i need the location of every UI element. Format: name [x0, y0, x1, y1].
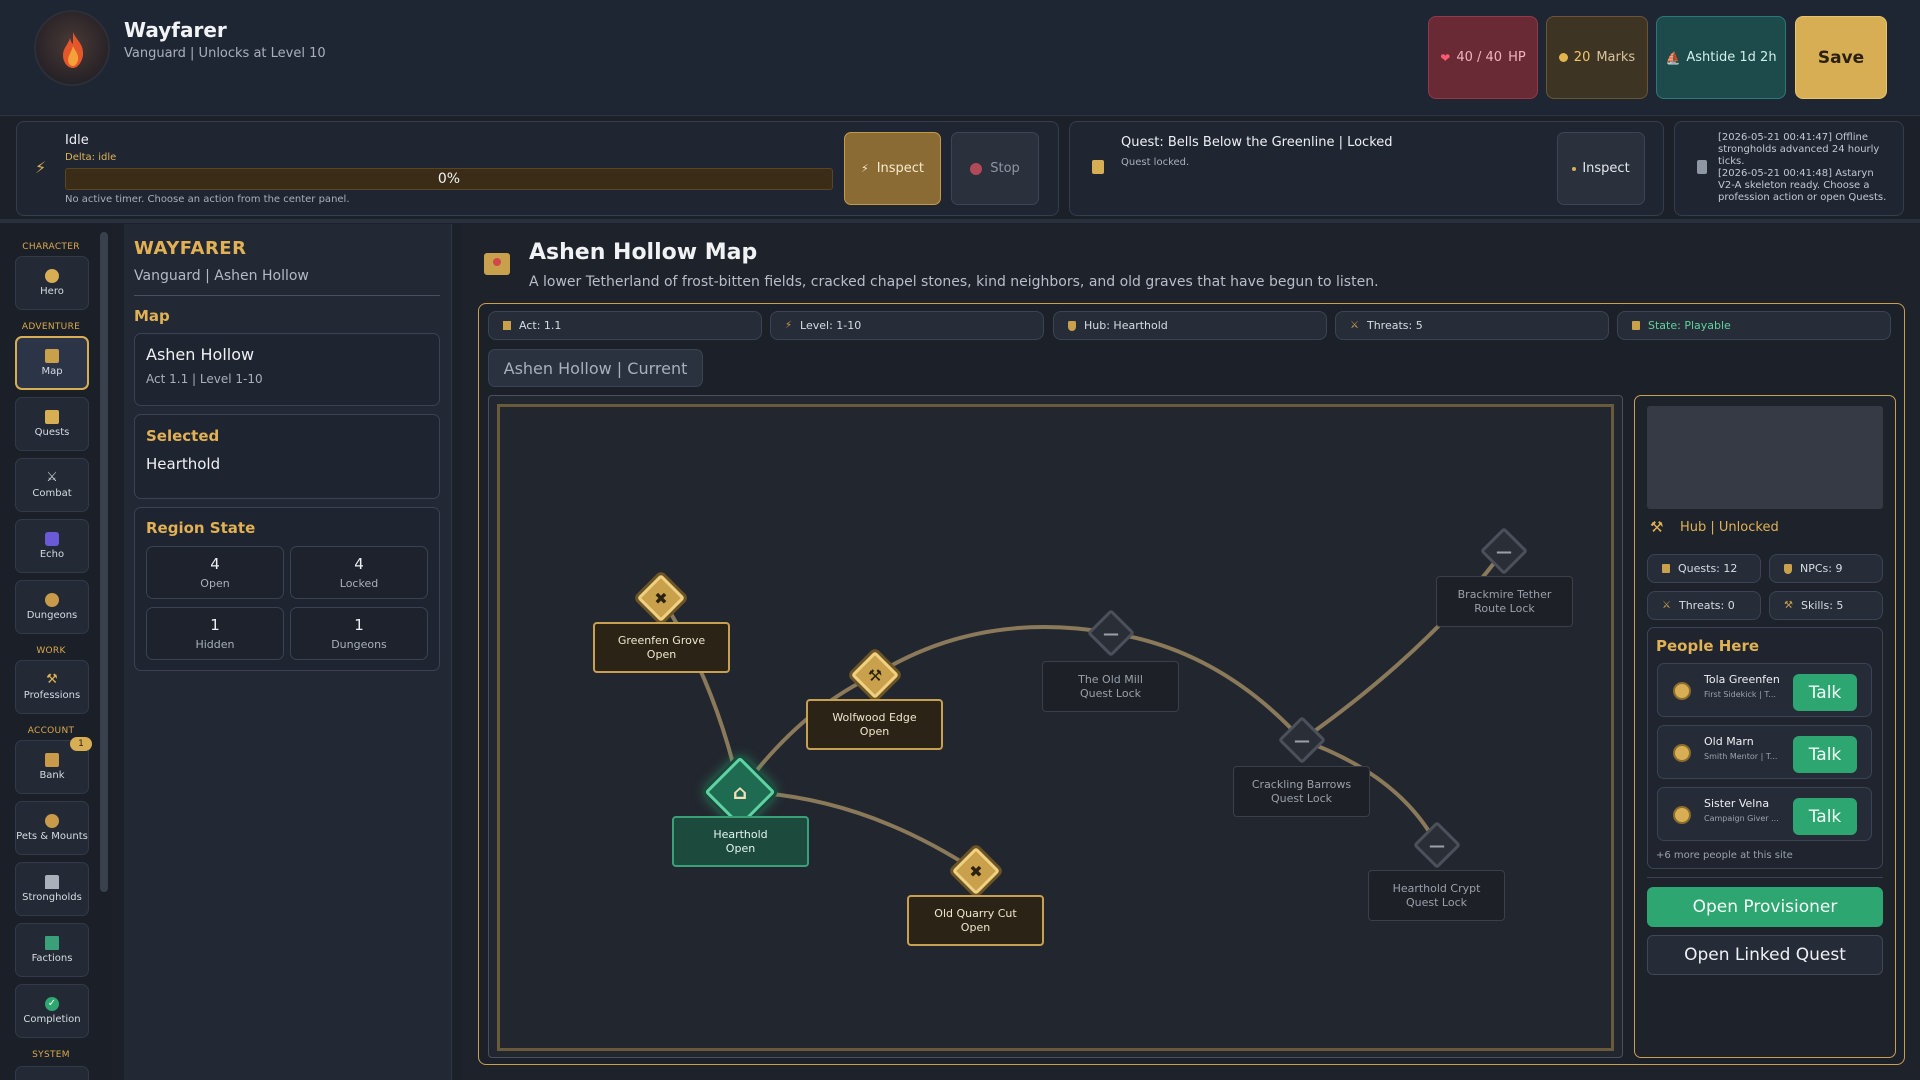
site-status: Hub | Unlocked — [1680, 520, 1779, 535]
map-node-label[interactable]: Brackmire Tether Route Lock — [1436, 576, 1573, 627]
people-heading: People Here — [1656, 637, 1760, 655]
talk-button[interactable]: Talk — [1793, 798, 1857, 835]
pickaxe-icon: ⚒ — [1784, 600, 1793, 611]
node-name: The Old Mill — [1078, 672, 1143, 686]
talk-button[interactable]: Talk — [1793, 736, 1857, 773]
crossed-tools-icon: ✖ — [654, 588, 668, 608]
home-icon: ⌂ — [732, 780, 748, 804]
chip-label: NPCs: 9 — [1800, 562, 1843, 575]
more-people-note: +6 more people at this site — [1656, 850, 1793, 861]
node-state: Open — [646, 647, 677, 661]
list-item[interactable]: Sister Velna Campaign Giver ... Talk — [1657, 787, 1872, 841]
map-node-label[interactable]: Wolfwood Edge Open — [806, 699, 943, 750]
open-provisioner-button[interactable]: Open Provisioner — [1647, 887, 1883, 927]
map-node-label[interactable]: Hearthold Open — [672, 816, 809, 867]
map-node-label[interactable]: The Old Mill Quest Lock — [1042, 661, 1179, 712]
talk-button[interactable]: Talk — [1793, 674, 1857, 711]
lock-bar-icon: — — [1496, 541, 1512, 561]
person-role: First Sidekick | T... — [1704, 690, 1776, 699]
node-state: Open — [960, 920, 991, 934]
person-role: Smith Mentor | T... — [1704, 752, 1778, 761]
node-name: Greenfen Grove — [617, 633, 706, 647]
crossed-swords-icon: ⚔ — [1662, 600, 1671, 611]
map-node-label[interactable]: Hearthold Crypt Quest Lock — [1368, 870, 1505, 921]
crossed-hammers-icon: ⚒ — [1650, 518, 1664, 536]
node-name: Old Quarry Cut — [934, 906, 1017, 920]
node-state: Open — [859, 724, 890, 738]
node-name: Wolfwood Edge — [832, 710, 917, 724]
node-state: Quest Lock — [1270, 791, 1333, 805]
person-name: Tola Greenfen — [1704, 673, 1780, 686]
map-node-label[interactable]: Crackling Barrows Quest Lock — [1233, 766, 1370, 817]
hammer-icon: ⚒ — [867, 665, 883, 685]
node-state: Quest Lock — [1079, 686, 1142, 700]
crossed-tools-icon: ✖ — [969, 861, 983, 881]
person-name: Old Marn — [1704, 735, 1754, 748]
node-name: Hearthold Crypt — [1392, 881, 1481, 895]
map-node-label[interactable]: Greenfen Grove Open — [593, 622, 730, 673]
node-state: Open — [725, 841, 756, 855]
shield-icon — [1784, 563, 1792, 574]
scroll-icon — [1662, 564, 1670, 573]
map-node-label[interactable]: Old Quarry Cut Open — [907, 895, 1044, 946]
chip-label: Quests: 12 — [1678, 562, 1738, 575]
chip-quests: Quests: 12 — [1647, 554, 1761, 583]
chip-label: Threats: 0 — [1678, 599, 1735, 612]
chip-skills: ⚒ Skills: 5 — [1769, 591, 1883, 620]
list-item[interactable]: Tola Greenfen First Sidekick | T... Talk — [1657, 663, 1872, 717]
node-name: Crackling Barrows — [1251, 777, 1352, 791]
avatar — [1673, 744, 1691, 762]
lock-bar-icon: — — [1103, 623, 1119, 643]
node-state: Route Lock — [1474, 601, 1535, 615]
node-state: Quest Lock — [1405, 895, 1468, 909]
lock-bar-icon: — — [1294, 730, 1310, 750]
open-linked-quest-button[interactable]: Open Linked Quest — [1647, 935, 1883, 975]
site-image — [1647, 406, 1883, 509]
avatar — [1673, 682, 1691, 700]
chip-npcs: NPCs: 9 — [1769, 554, 1883, 583]
lock-bar-icon: — — [1429, 835, 1445, 855]
divider — [1647, 877, 1883, 878]
avatar — [1673, 806, 1691, 824]
person-role: Campaign Giver ... — [1704, 814, 1779, 823]
chip-label: Skills: 5 — [1800, 599, 1844, 612]
node-name: Hearthold — [713, 827, 768, 841]
list-item[interactable]: Old Marn Smith Mentor | T... Talk — [1657, 725, 1872, 779]
node-name: Brackmire Tether — [1457, 587, 1552, 601]
person-name: Sister Velna — [1704, 797, 1770, 810]
chip-threats: ⚔ Threats: 0 — [1647, 591, 1761, 620]
